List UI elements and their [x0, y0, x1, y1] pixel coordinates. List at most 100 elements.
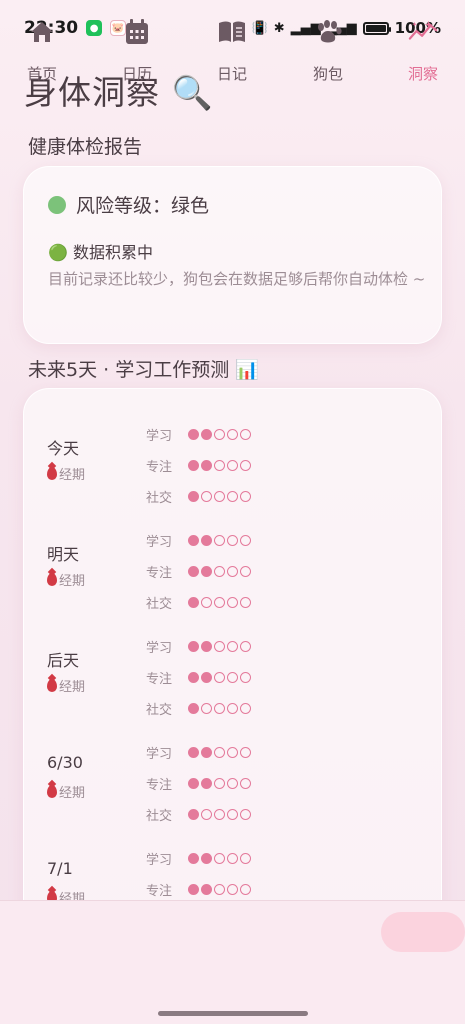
- level-dot-filled: [201, 535, 212, 546]
- nav-item-home[interactable]: 首页: [0, 12, 84, 92]
- nav-item-diary[interactable]: 日记: [190, 12, 274, 92]
- level-dots: [188, 566, 251, 577]
- nav-item-dog[interactable]: 狗包: [286, 12, 370, 92]
- nav-item-calendar[interactable]: 日历: [95, 12, 179, 92]
- level-dot-empty: [240, 566, 251, 577]
- metric-study: 学习: [146, 849, 251, 868]
- risk-level-row: 风险等级：绿色: [48, 191, 209, 218]
- sparkle-chart-icon: [408, 17, 438, 47]
- level-dots: [188, 778, 251, 789]
- level-dots: [188, 853, 251, 864]
- level-dot-empty: [201, 491, 212, 502]
- level-dot-empty: [214, 460, 225, 471]
- forecast-section-title: 未来5天 · 学习工作预测 📊: [28, 359, 259, 381]
- metric-label: 专注: [146, 778, 173, 793]
- level-dot-empty: [240, 809, 251, 820]
- level-dot-filled: [201, 641, 212, 652]
- level-dot-empty: [240, 703, 251, 714]
- metric-label: 社交: [146, 809, 173, 824]
- level-dot-filled: [201, 853, 212, 864]
- level-dot-empty: [240, 597, 251, 608]
- level-dot-empty: [227, 809, 238, 820]
- level-dot-empty: [214, 747, 225, 758]
- level-dots: [188, 491, 251, 502]
- day-name: 6/30: [47, 753, 83, 772]
- metric-label: 学习: [146, 641, 173, 656]
- period-label: 经期: [59, 468, 86, 483]
- risk-green-dot-icon: [48, 195, 66, 214]
- metric-study: 学习: [146, 743, 251, 762]
- level-dot-filled: [201, 566, 212, 577]
- metric-label: 专注: [146, 566, 173, 581]
- blood-drop-icon: [47, 573, 57, 586]
- level-dots: [188, 747, 251, 758]
- metric-social: 社交: [146, 805, 251, 824]
- level-dot-empty: [240, 747, 251, 758]
- level-dot-empty: [214, 491, 225, 502]
- level-dot-filled: [188, 429, 199, 440]
- level-dot-empty: [227, 884, 238, 895]
- gesture-home-bar[interactable]: [158, 1011, 308, 1016]
- metric-label: 专注: [146, 672, 173, 687]
- level-dot-empty: [227, 597, 238, 608]
- paw-icon: [313, 17, 343, 47]
- level-dot-filled: [188, 460, 199, 471]
- level-dot-empty: [214, 884, 225, 895]
- level-dot-filled: [188, 809, 199, 820]
- metric-focus: 专注: [146, 880, 251, 899]
- period-label: 经期: [59, 786, 86, 801]
- level-dots: [188, 703, 251, 714]
- level-dot-empty: [240, 491, 251, 502]
- day-name: 今天: [47, 439, 80, 458]
- metric-focus: 专注: [146, 456, 251, 475]
- level-dot-empty: [214, 853, 225, 864]
- metric-social: 社交: [146, 699, 251, 718]
- level-dots: [188, 809, 251, 820]
- level-dot-filled: [188, 853, 199, 864]
- level-dot-empty: [227, 641, 238, 652]
- level-dot-empty: [214, 778, 225, 789]
- level-dots: [188, 535, 251, 546]
- day-name: 7/1: [47, 859, 73, 878]
- level-dots: [188, 641, 251, 652]
- level-dot-empty: [214, 535, 225, 546]
- active-tab-pill: [381, 912, 465, 952]
- bluetooth-icon: ✱: [273, 20, 285, 36]
- health-report-card: 风险等级：绿色 🟢 数据积累中 目前记录还比较少，狗包会在数据足够后帮你自动体检…: [23, 166, 442, 344]
- level-dot-filled: [188, 747, 199, 758]
- metric-study: 学习: [146, 637, 251, 656]
- level-dot-filled: [201, 747, 212, 758]
- level-dot-empty: [240, 429, 251, 440]
- period-label: 经期: [59, 680, 86, 695]
- home-icon: [27, 17, 57, 47]
- level-dot-empty: [227, 703, 238, 714]
- nav-label: 日记: [216, 65, 247, 83]
- level-dot-filled: [188, 672, 199, 683]
- level-dot-empty: [227, 566, 238, 577]
- level-dots: [188, 460, 251, 471]
- nav-label: 狗包: [312, 65, 343, 83]
- level-dot-filled: [201, 429, 212, 440]
- level-dot-empty: [214, 703, 225, 714]
- level-dot-filled: [188, 641, 199, 652]
- level-dot-empty: [240, 884, 251, 895]
- level-dot-empty: [201, 597, 212, 608]
- level-dot-filled: [188, 566, 199, 577]
- period-tag: 经期: [47, 464, 85, 483]
- period-tag: 经期: [47, 570, 85, 589]
- level-dot-filled: [201, 884, 212, 895]
- blood-drop-icon: [47, 785, 57, 798]
- metric-label: 社交: [146, 597, 173, 612]
- level-dot-filled: [188, 884, 199, 895]
- metric-label: 学习: [146, 747, 173, 762]
- book-icon: [217, 17, 247, 47]
- forecast-day: 明天 经期 学习 专注 社交: [24, 525, 443, 621]
- metric-social: 社交: [146, 593, 251, 612]
- level-dot-filled: [188, 703, 199, 714]
- level-dot-empty: [227, 460, 238, 471]
- data-accum-title: 🟢 数据积累中: [48, 243, 154, 262]
- nav-item-insight[interactable]: 洞察: [381, 12, 465, 92]
- level-dot-filled: [201, 778, 212, 789]
- period-tag: 经期: [47, 782, 85, 801]
- nav-label: 首页: [26, 65, 57, 83]
